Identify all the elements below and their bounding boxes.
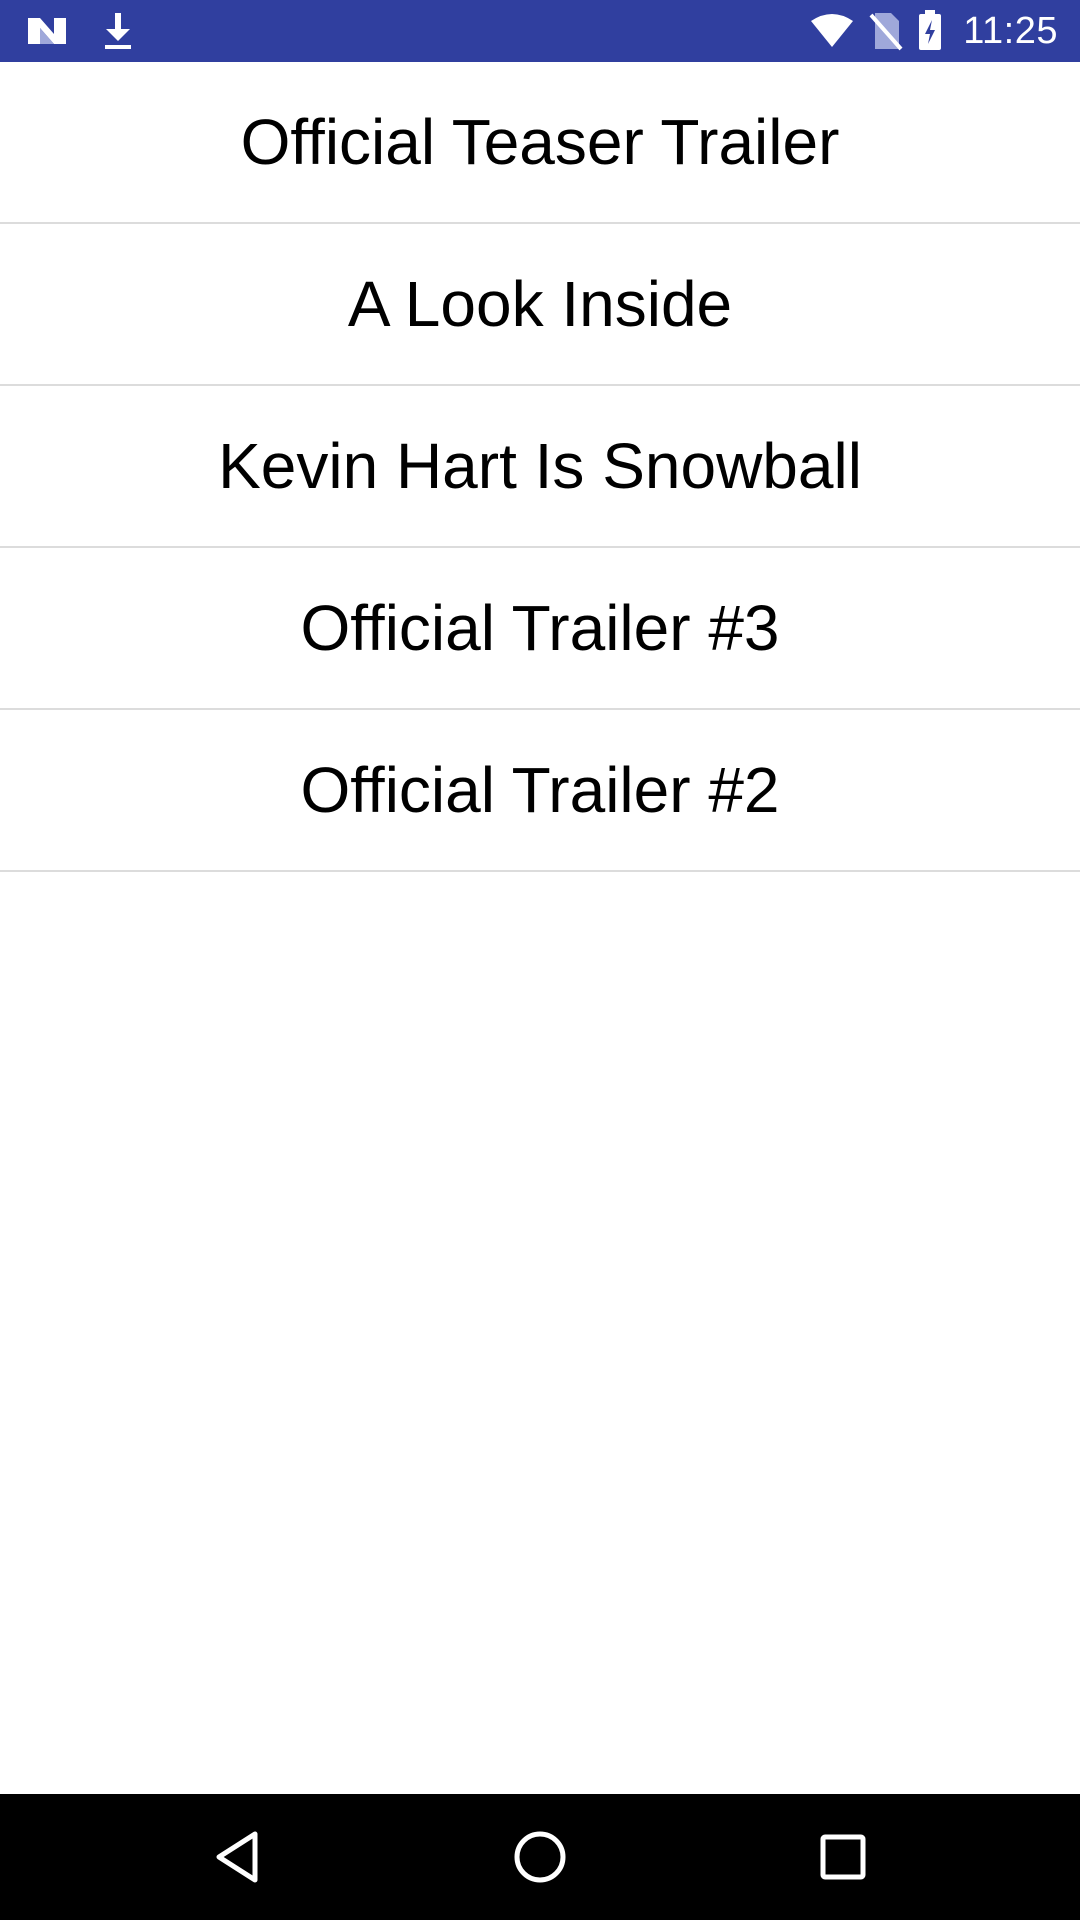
navigation-bar bbox=[0, 1794, 1080, 1920]
download-icon bbox=[102, 11, 134, 51]
no-sim-icon bbox=[869, 11, 903, 51]
n-notification-icon bbox=[26, 14, 68, 48]
list-item-label: Official Trailer #3 bbox=[300, 592, 780, 664]
home-button[interactable] bbox=[477, 1794, 603, 1920]
recents-button[interactable] bbox=[780, 1794, 906, 1920]
status-right-icons: 11:25 bbox=[809, 0, 1058, 62]
list-item-label: Official Teaser Trailer bbox=[240, 106, 840, 178]
back-button[interactable] bbox=[174, 1794, 300, 1920]
status-left-icons bbox=[26, 0, 134, 62]
home-icon bbox=[513, 1830, 567, 1884]
battery-charging-icon bbox=[917, 10, 943, 52]
list-item[interactable]: Kevin Hart Is Snowball bbox=[0, 386, 1080, 548]
list-item[interactable]: Official Teaser Trailer bbox=[0, 62, 1080, 224]
recents-icon bbox=[819, 1833, 867, 1881]
status-time: 11:25 bbox=[963, 9, 1058, 52]
list-item-label: A Look Inside bbox=[347, 268, 733, 340]
list-item-label: Official Trailer #2 bbox=[300, 754, 780, 826]
list-item[interactable]: Official Trailer #2 bbox=[0, 710, 1080, 872]
back-icon bbox=[213, 1830, 261, 1884]
wifi-icon bbox=[809, 13, 855, 49]
list-item-label: Kevin Hart Is Snowball bbox=[218, 430, 862, 502]
list-item[interactable]: Official Trailer #3 bbox=[0, 548, 1080, 710]
status-bar: 11:25 bbox=[0, 0, 1080, 62]
list-item[interactable]: A Look Inside bbox=[0, 224, 1080, 386]
trailer-list: Official Teaser Trailer A Look Inside Ke… bbox=[0, 62, 1080, 872]
